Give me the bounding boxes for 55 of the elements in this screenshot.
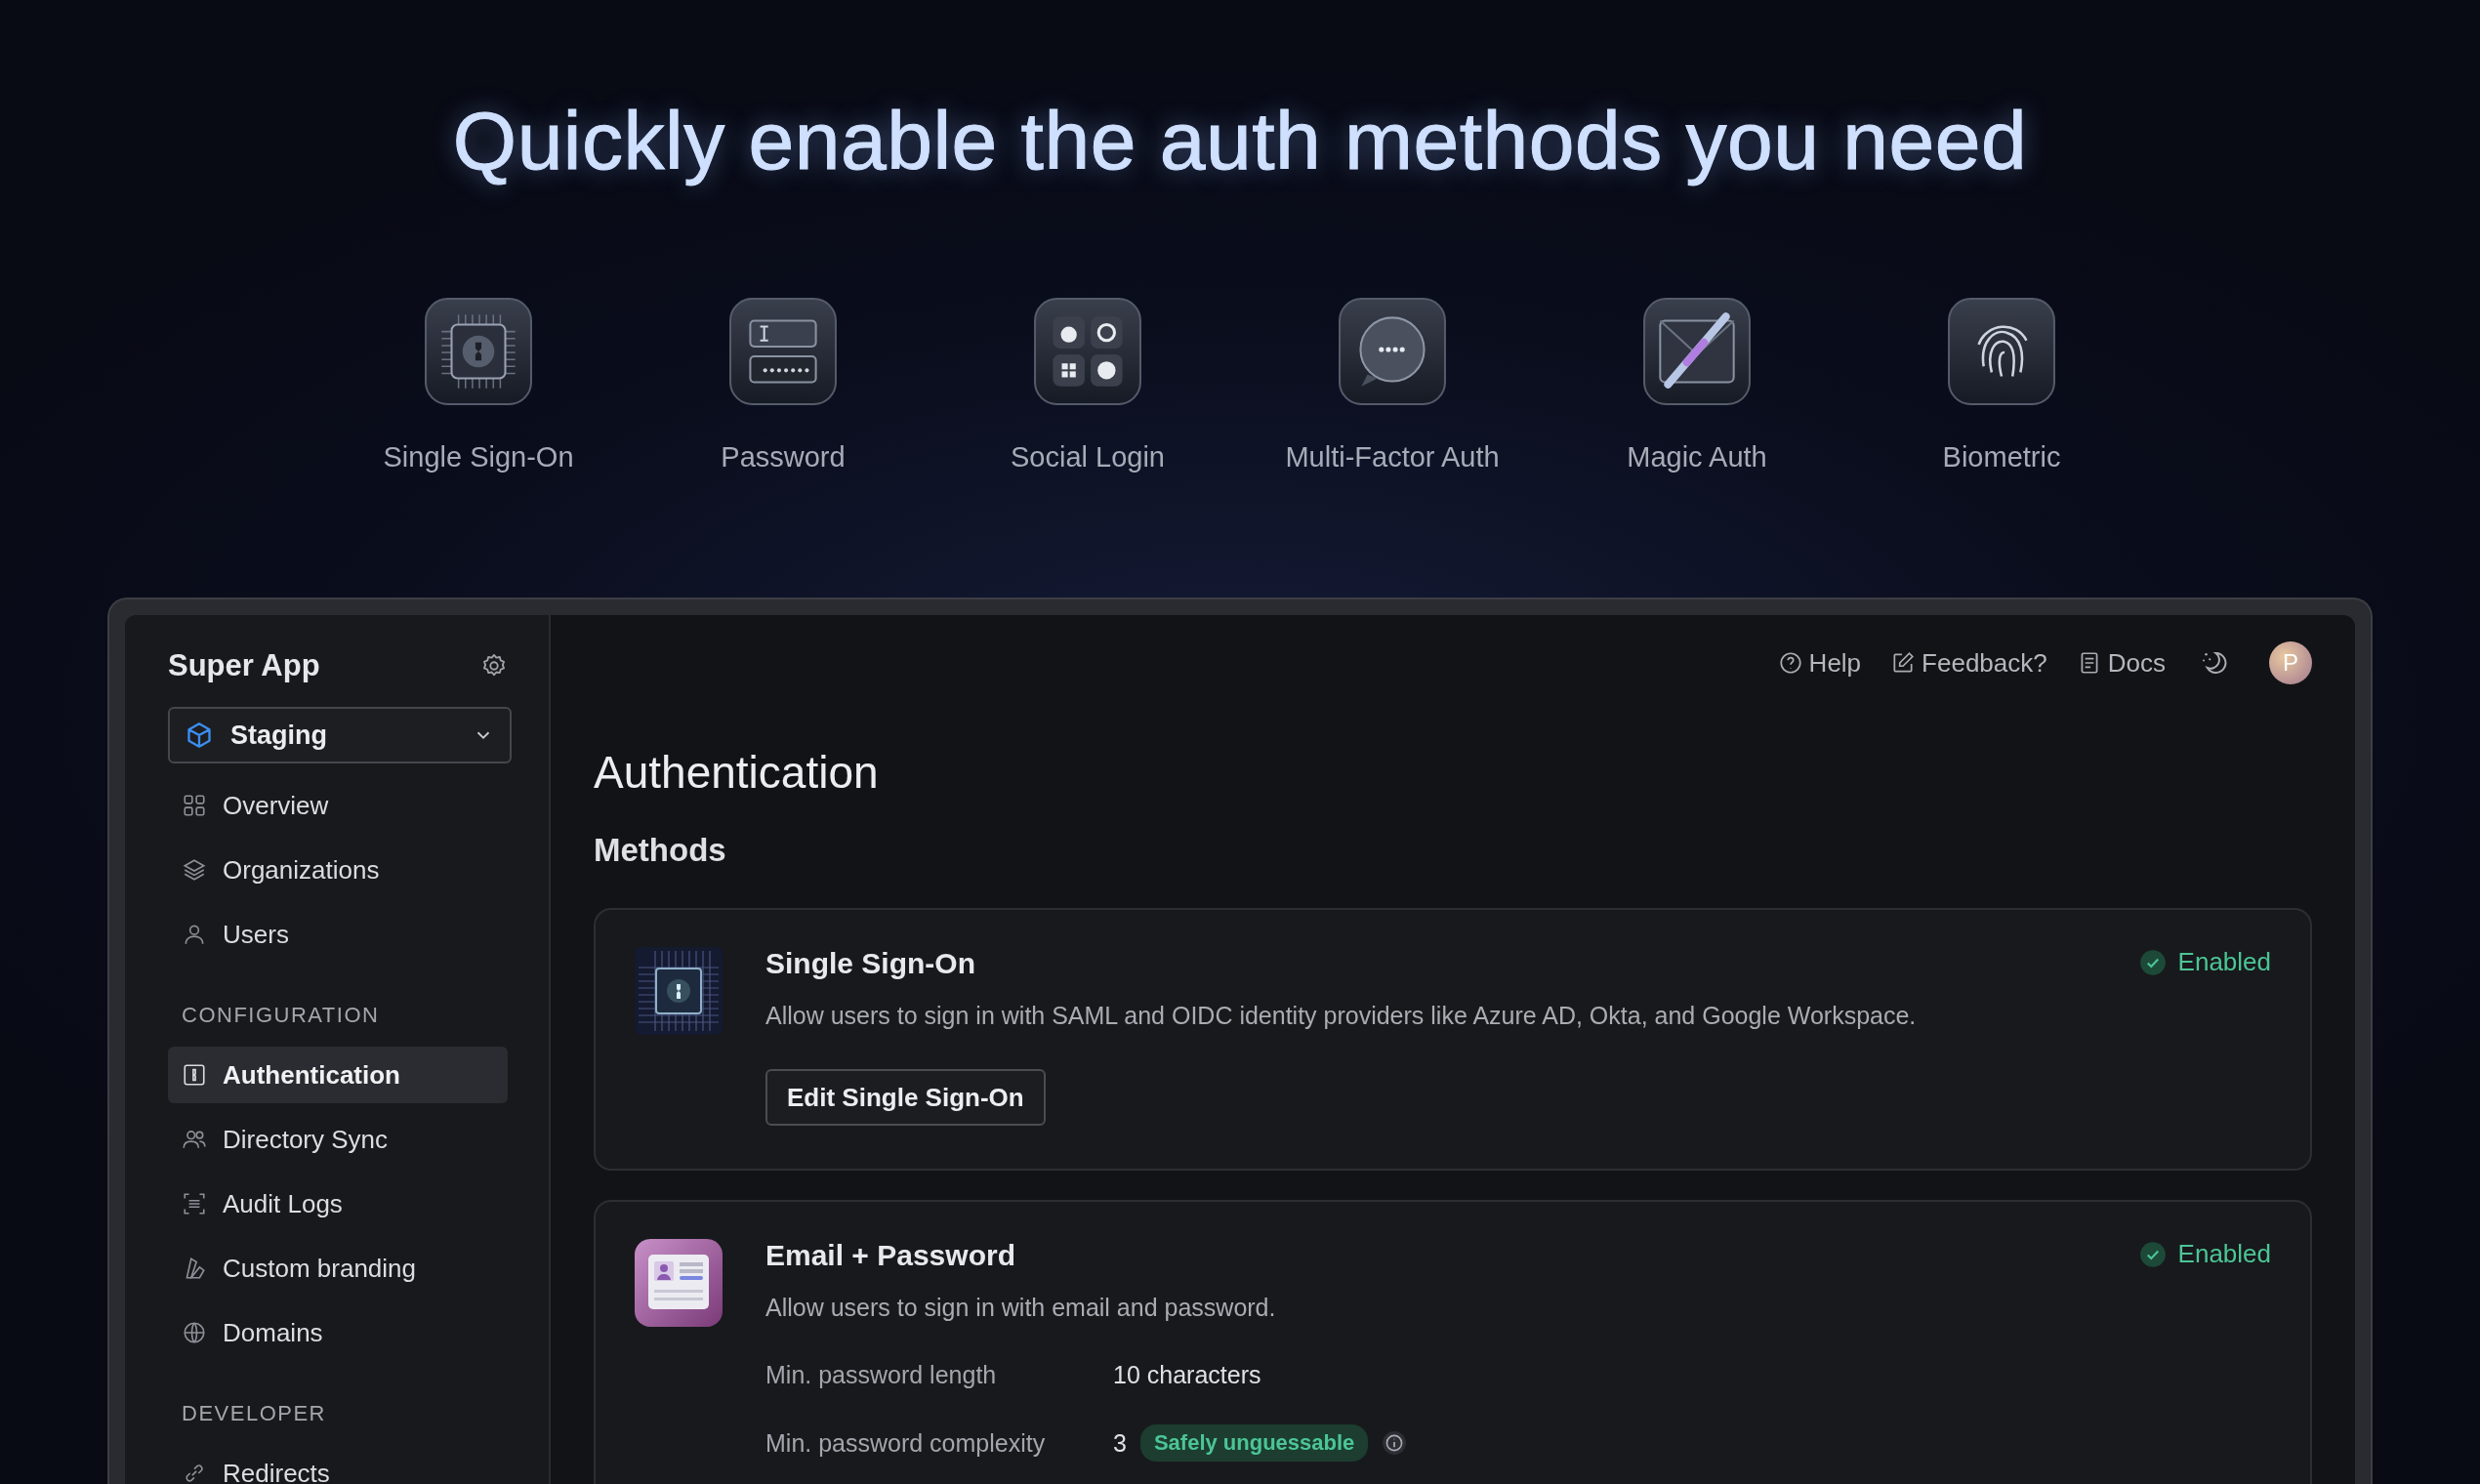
section-title: Methods [594,832,727,869]
cube-icon [186,721,213,749]
method-description: Allow users to sign in with SAML and OIDC identity providers like Azure AD, Okta, and Google Workspace. [765,1002,1918,1030]
setting-value: 3 [1113,1428,1127,1458]
page-title: Authentication [594,746,880,799]
edit-button[interactable]: Edit Single Sign-On [765,1069,1046,1126]
nav-item[interactable]: Audit Logs [168,1175,508,1232]
setting-label: Min. password complexity [765,1428,1047,1458]
method-title: Email + Password [765,1239,1016,1272]
chip-lock-icon [635,947,723,1035]
nav-item[interactable]: Authentication [168,1047,508,1103]
method-label: Biometric [1942,441,2061,474]
grid-icon [182,793,207,818]
nav-item[interactable]: Users [168,906,508,963]
app-name: Super App [168,648,320,683]
chat-bubble-icon [1338,297,1447,406]
edit-icon [1890,650,1917,676]
method-label: Multi-Factor Auth [1285,441,1500,474]
method-label: Magic Auth [1627,441,1767,474]
globe-icon [182,1320,207,1345]
docs-link[interactable]: Docs [2076,647,2166,679]
chip-lock-icon [424,297,533,406]
method-label: Social Login [1011,441,1165,474]
nav-item[interactable]: Overview [168,777,508,834]
nav-item[interactable]: Organizations [168,842,508,898]
section-heading: CONFIGURATION [181,1002,381,1029]
help-icon [1777,650,1803,676]
strength-badge: Safely unguessable [1139,1424,1369,1462]
setting-label: Min. password length [765,1361,998,1389]
setting-value: 10 characters [1113,1361,1261,1389]
password-field-icon [728,297,838,406]
method-title: Single Sign-On [765,947,976,980]
feedback-link[interactable]: Feedback? [1890,647,2047,679]
id-card-icon [635,1239,723,1327]
section-heading: DEVELOPER [181,1400,327,1427]
layers-icon [182,857,207,883]
nav-item[interactable]: Custom branding [168,1240,508,1297]
status-label: Enabled [2138,1239,2271,1269]
scan-lines-icon [182,1191,207,1216]
method-description: Allow users to sign in with email and password. [765,1294,1277,1322]
help-link[interactable]: Help [1777,647,1862,679]
status-label: Enabled [2138,947,2271,977]
headline: Quickly enable the auth methods you need [452,94,2028,188]
keyhole-icon [182,1062,207,1088]
check-icon [2138,948,2167,976]
method-label: Password [721,441,846,474]
app-grid-icon [1033,297,1142,406]
nav-item[interactable]: Redirects [168,1445,508,1484]
nav-item[interactable]: Directory Sync [168,1111,508,1168]
fingerprint-icon [1947,297,2056,406]
nav-item[interactable]: Domains [168,1304,508,1361]
check-icon [2138,1240,2167,1268]
environment-select[interactable]: Staging [168,707,512,763]
info-icon[interactable] [1382,1430,1408,1456]
method-label: Single Sign-On [383,441,574,474]
